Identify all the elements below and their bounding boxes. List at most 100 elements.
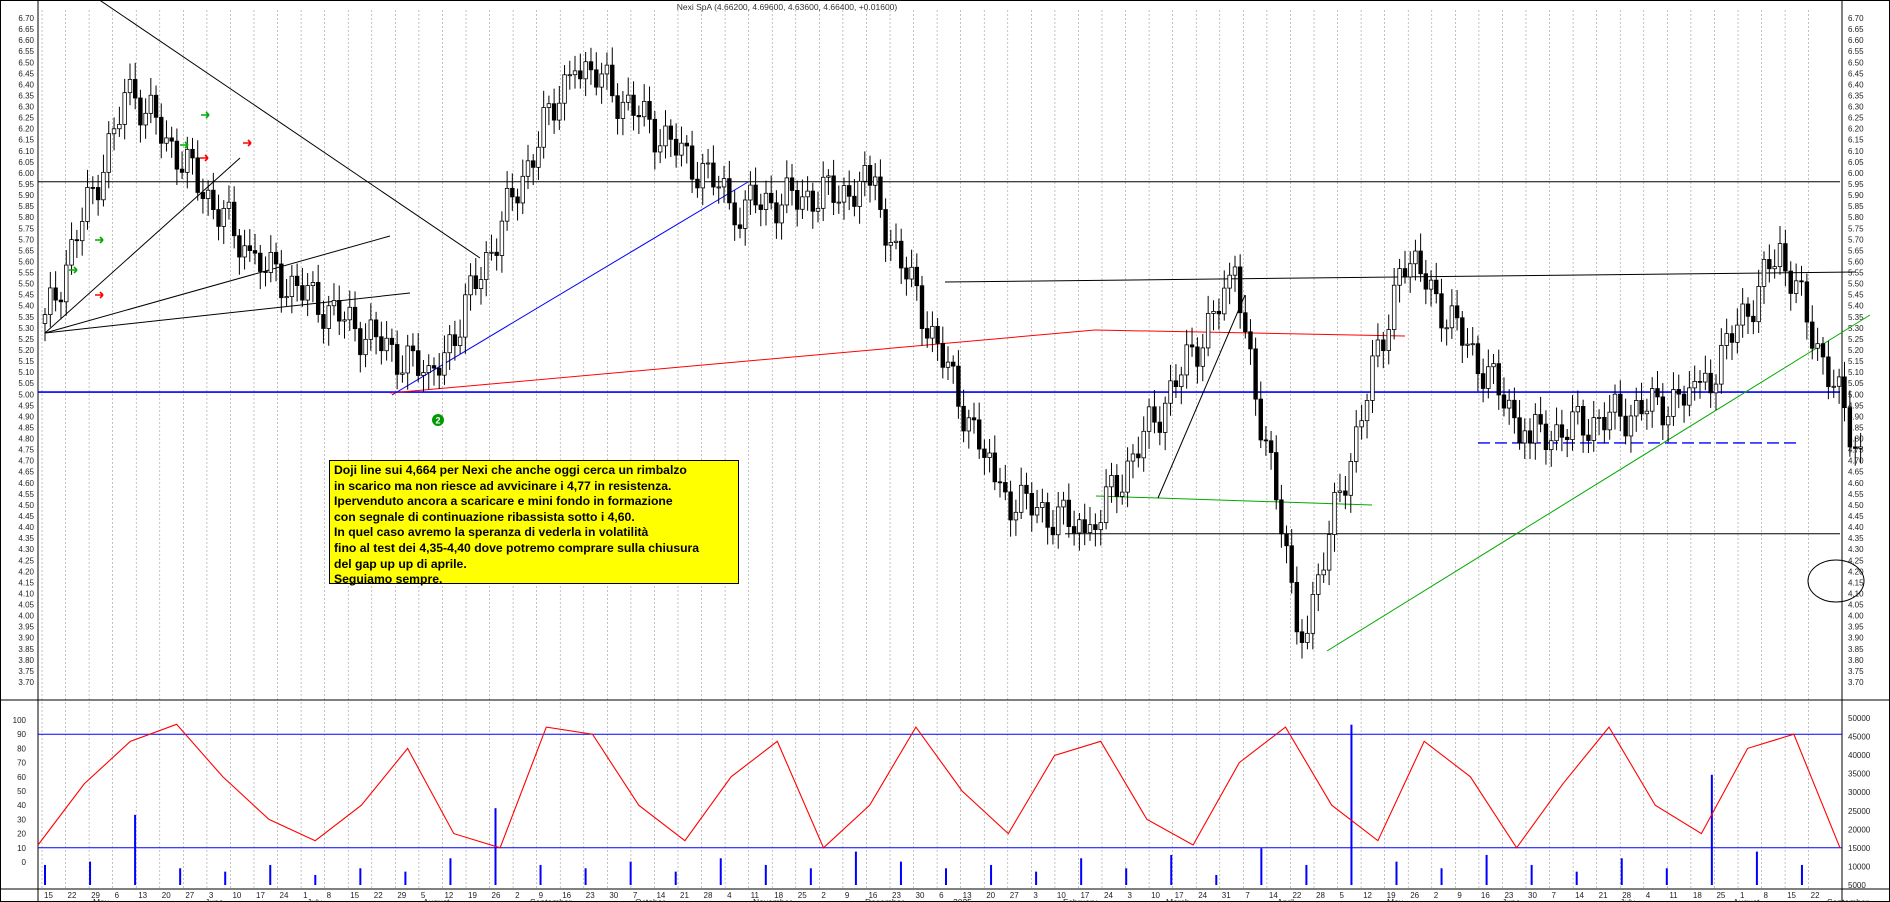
price-tick-right: 6.60: [1848, 36, 1864, 45]
candle-body: [48, 287, 53, 315]
candle-body: [652, 118, 658, 153]
price-tick-left: 4.35: [18, 534, 34, 543]
candle-body: [342, 319, 347, 322]
month-label: 2025: [953, 897, 972, 902]
volume-bar: [1575, 871, 1578, 885]
candle-body: [583, 61, 588, 80]
candle-body: [1804, 281, 1810, 323]
candle-body: [279, 263, 284, 299]
candle-body: [925, 328, 930, 339]
day-label: 22: [1811, 891, 1820, 900]
candle-body: [679, 142, 684, 156]
candle-body: [1676, 389, 1681, 395]
candle-body: [1428, 279, 1434, 290]
candle-body: [1386, 329, 1391, 351]
candle-body: [1125, 460, 1130, 493]
day-label: 30: [916, 891, 925, 900]
day-label: 2: [515, 891, 520, 900]
candle-body: [1232, 266, 1238, 276]
candle-body: [668, 125, 674, 140]
price-tick-left: 5.25: [18, 335, 34, 344]
candle-body: [1157, 421, 1163, 433]
price-tick-right: 5.70: [1848, 235, 1864, 244]
candle-body: [1310, 594, 1316, 634]
day-label: 25: [798, 891, 807, 900]
candle-body: [111, 128, 117, 135]
day-label: 19: [468, 891, 477, 900]
price-tick-left: 6.20: [18, 125, 34, 134]
volume-bar: [1080, 858, 1083, 885]
candle-body: [1708, 372, 1713, 394]
price-tick-right: 5.95: [1848, 180, 1864, 189]
price-tick-left: 6.60: [18, 36, 34, 45]
month-label: May: [93, 897, 110, 902]
candle-body: [1831, 385, 1836, 388]
candle-body: [127, 79, 133, 94]
price-tick-right: 6.55: [1848, 47, 1864, 56]
note-line: Ipervenduto ancora a scaricare e mini fo…: [334, 494, 673, 509]
candle-body: [1195, 346, 1200, 367]
day-label: 25: [1716, 891, 1725, 900]
candle-body: [982, 448, 987, 458]
candle-body: [315, 282, 321, 315]
candle-body: [310, 282, 316, 287]
note-line: con segnale di continuazione ribassista …: [334, 509, 635, 524]
candle-body: [1413, 250, 1418, 265]
price-tick-left: 6.30: [18, 103, 34, 112]
analysis-note: Doji line sui 4,664 per Nexi che anche o…: [329, 460, 739, 586]
event-marker: 2: [432, 414, 444, 426]
candle-body: [133, 79, 138, 99]
candle-body: [673, 138, 679, 156]
candle-body: [90, 187, 96, 189]
candle-body: [1596, 416, 1602, 419]
oscillator-tick: 20: [17, 830, 26, 839]
volume-bar: [449, 858, 452, 885]
price-tick-left: 6.40: [18, 80, 34, 89]
candle-body: [1146, 406, 1152, 432]
candle-body: [904, 267, 909, 280]
candle-body: [1216, 310, 1222, 315]
candle-body: [657, 145, 663, 153]
price-tick-left: 4.25: [18, 556, 34, 565]
price-tick-right: 4.15: [1848, 578, 1864, 587]
candle-body: [484, 252, 489, 280]
note-line: fino al test dei 4,35-4,40 dove potremo …: [334, 540, 700, 555]
candle-body: [1639, 400, 1644, 415]
price-tick-right: 5.85: [1848, 202, 1864, 211]
candle-body: [1408, 263, 1413, 278]
candle-body: [1279, 499, 1284, 535]
candle-body: [1634, 400, 1639, 417]
candle-body: [821, 176, 826, 209]
candle-body: [1570, 411, 1575, 440]
candle-body: [69, 239, 74, 266]
price-tick-left: 4.65: [18, 468, 34, 477]
candle-body: [237, 235, 242, 258]
candle-body: [1305, 632, 1310, 643]
price-tick-left: 5.70: [18, 235, 34, 244]
candle-body: [919, 285, 925, 329]
candle-body: [1114, 475, 1120, 497]
price-tick-right: 6.00: [1848, 169, 1864, 178]
price-tick-right: 4.10: [1848, 589, 1864, 598]
candle-body: [836, 201, 841, 204]
candle-body: [389, 337, 395, 345]
candle-body: [604, 64, 610, 75]
candle-body: [373, 319, 379, 338]
month-label: June: [1502, 897, 1521, 902]
candle-body: [1337, 490, 1343, 493]
candle-body: [684, 142, 689, 147]
candle-body: [626, 94, 631, 103]
candle-body: [1820, 343, 1826, 358]
candle-body: [1649, 388, 1655, 412]
candle-body: [1040, 502, 1045, 508]
day-label: 24: [1104, 891, 1113, 900]
price-tick-right: 4.50: [1848, 501, 1864, 510]
oscillator-tick: 90: [17, 730, 26, 739]
candle-body: [1227, 274, 1232, 289]
candle-body: [1522, 430, 1527, 444]
candle-body: [971, 417, 977, 421]
candle-body: [101, 171, 106, 201]
price-tick-left: 5.20: [18, 346, 34, 355]
candle-body: [1034, 507, 1040, 516]
candle-body: [1316, 574, 1321, 595]
